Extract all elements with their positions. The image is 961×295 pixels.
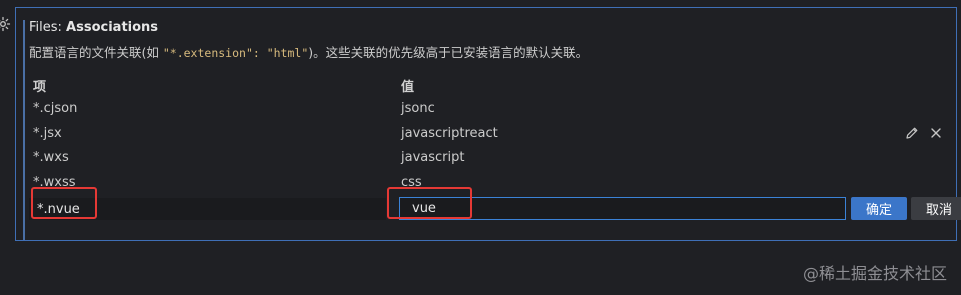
row-value: javascriptreact bbox=[401, 125, 498, 141]
table-row[interactable]: *.wxs javascript bbox=[29, 146, 951, 171]
cancel-button[interactable]: 取消 bbox=[911, 197, 961, 220]
header-value: 值 bbox=[401, 80, 415, 95]
watermark: @稀土掘金技术社区 bbox=[802, 264, 947, 283]
description-prefix: 配置语言的文件关联(如 bbox=[29, 45, 163, 60]
row-key: *.cjson bbox=[33, 101, 78, 116]
row-key: *.wxs bbox=[33, 150, 69, 165]
setting-title: Files: Associations bbox=[29, 20, 158, 35]
table-row[interactable]: *.cjson jsonc bbox=[29, 97, 951, 122]
table-header: 项 值 bbox=[29, 71, 951, 97]
pencil-icon[interactable] bbox=[905, 126, 919, 140]
header-key: 项 bbox=[33, 80, 47, 95]
annotation-box-key bbox=[31, 187, 97, 219]
description-code: "*.extension": "html" bbox=[162, 46, 309, 60]
row-value: javascript bbox=[401, 150, 465, 165]
associations-table: 项 值 *.cjson jsonc *.jsx javascriptreact bbox=[29, 71, 961, 224]
setting-item-files-associations: Files: Associations 配置语言的文件关联(如 "*.exten… bbox=[15, 7, 961, 241]
description-suffix: )。这些关联的优先级高于已安装语言的默认关联。 bbox=[308, 45, 589, 60]
row-key: *.jsx bbox=[33, 125, 62, 141]
close-icon[interactable] bbox=[929, 126, 943, 140]
setting-title-name: Associations bbox=[66, 20, 159, 35]
ok-button[interactable]: 确定 bbox=[851, 197, 907, 220]
table-row[interactable]: *.wxss css bbox=[29, 171, 951, 196]
row-value: jsonc bbox=[401, 101, 435, 116]
row-actions bbox=[905, 126, 943, 140]
setting-description: 配置语言的文件关联(如 "*.extension": "html")。这些关联的… bbox=[29, 42, 588, 61]
setting-title-prefix: Files: bbox=[29, 20, 67, 35]
table-row[interactable]: *.jsx javascriptreact bbox=[29, 122, 951, 147]
edit-row: 确定 取消 bbox=[29, 196, 961, 224]
gear-icon[interactable] bbox=[0, 16, 11, 32]
modified-indicator-bar bbox=[23, 20, 25, 240]
annotation-box-value bbox=[387, 187, 472, 219]
